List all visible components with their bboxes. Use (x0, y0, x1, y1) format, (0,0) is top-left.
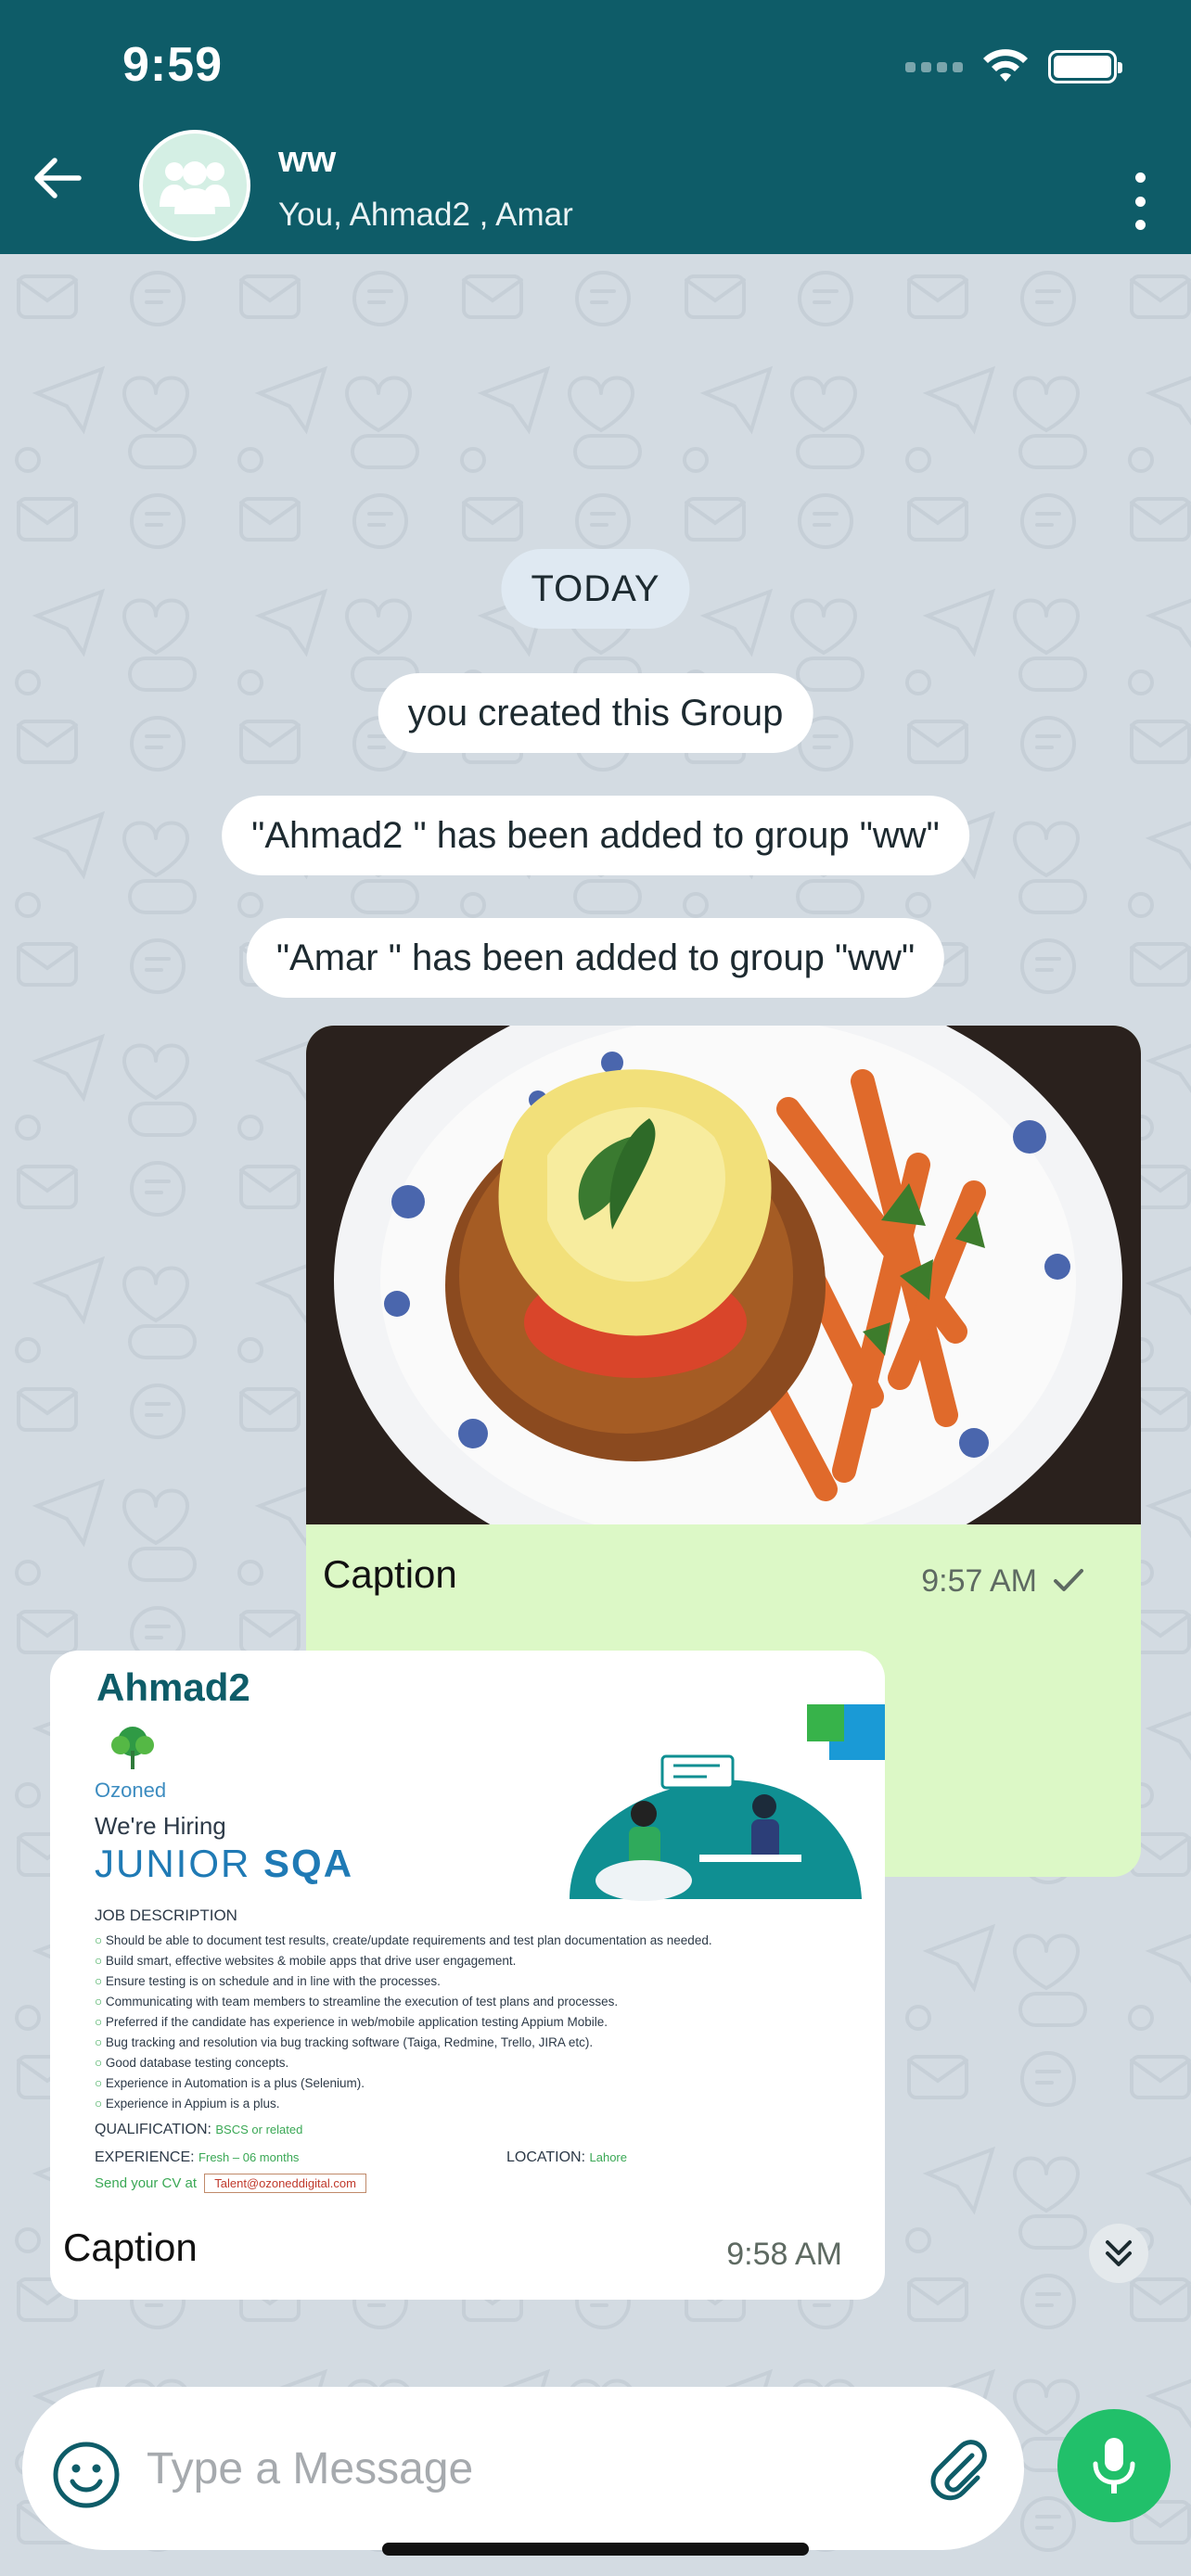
poster-role: JUNIOR SQA (95, 1842, 353, 1886)
date-separator: TODAY (501, 549, 690, 629)
check-icon (1054, 1569, 1083, 1591)
poster-section: JOB DESCRIPTION (95, 1906, 237, 1924)
list-item: ○ Experience in Automation is a plus (Se… (95, 2076, 365, 2090)
chevrons-down-icon (1106, 2240, 1132, 2266)
more-options-button[interactable] (1126, 172, 1154, 230)
smiley-icon[interactable] (50, 2439, 122, 2511)
poster-bullets: ○ Should be able to document test result… (95, 1931, 874, 2114)
scroll-to-bottom-button[interactable] (1089, 2224, 1148, 2283)
poster-experience: EXPERIENCE: Fresh – 06 months (95, 2149, 300, 2165)
chat-area[interactable]: TODAY you created this Group "Ahmad2 " h… (0, 254, 1191, 2576)
poster-location: LOCATION: Lahore (506, 2149, 627, 2165)
list-item: ○ Should be able to document test result… (95, 1933, 712, 1947)
ozoned-logo (111, 1727, 154, 1769)
list-item: ○ Preferred if the candidate has experie… (95, 2015, 608, 2029)
poster-cv: Send your CV at Talent@ozoneddigital.com (95, 2174, 366, 2193)
microphone-button[interactable] (1057, 2409, 1171, 2522)
chat-members[interactable]: You, Ahmad2 , Amar (278, 197, 573, 234)
poster-qualification: QUALIFICATION: BSCS or related (95, 2122, 303, 2137)
chat-title[interactable]: ww (278, 139, 336, 181)
message-time: 9:57 AM (921, 1563, 1037, 1599)
microphone-icon (1093, 2438, 1135, 2493)
home-indicator (382, 2543, 809, 2556)
poster-role-sqa: SQA (263, 1842, 354, 1885)
message-input[interactable] (147, 2431, 907, 2506)
list-item: ○ Bug tracking and resolution via bug tr… (95, 2035, 594, 2049)
status-icons (905, 46, 1122, 87)
signal-icon (905, 61, 963, 72)
battery-icon (1048, 50, 1122, 83)
list-item: ○ Communicating with team members to str… (95, 1995, 619, 2009)
poster-hiring: We're Hiring (95, 1812, 226, 1840)
system-message: you created this Group (378, 673, 813, 753)
message-image[interactable]: Ozoned We're Hiring JUNIOR SQA JOB DESCR… (50, 1704, 885, 2210)
back-button[interactable] (28, 148, 87, 208)
message-caption: Caption (323, 1552, 457, 1596)
group-avatar[interactable] (139, 130, 250, 241)
list-item: ○ Ensure testing is on schedule and in l… (95, 1974, 441, 1988)
system-message: "Ahmad2 " has been added to group "ww" (222, 796, 969, 875)
status-time: 9:59 (122, 38, 224, 92)
message-caption: Caption (63, 2225, 198, 2269)
message-time: 9:58 AM (726, 2237, 842, 2272)
hiring-illustration (570, 1704, 885, 1901)
paperclip-icon[interactable] (924, 2435, 992, 2504)
wifi-icon (983, 49, 1028, 82)
list-item: ○ Good database testing concepts. (95, 2056, 289, 2070)
list-item: ○ Build smart, effective websites & mobi… (95, 1954, 517, 1968)
list-item: ○ Experience in Appium is a plus. (95, 2097, 280, 2111)
system-message: "Amar " has been added to group "ww" (246, 918, 945, 998)
sender-name: Ahmad2 (96, 1665, 250, 1709)
incoming-image-message[interactable]: Ahmad2 Ozoned We're Hiring JUNIOR SQA JO… (50, 1651, 885, 2300)
chat-header: 9:59 ww You, Ahmad2 , Amar (0, 0, 1191, 254)
message-composer (22, 2387, 1024, 2550)
more-vertical-icon (1134, 172, 1146, 183)
message-image[interactable] (306, 1026, 1141, 1524)
poster-brand: Ozoned (95, 1779, 167, 1802)
poster-role-junior: JUNIOR (95, 1842, 251, 1885)
group-icon (160, 161, 230, 214)
arrow-left-icon (34, 158, 82, 198)
